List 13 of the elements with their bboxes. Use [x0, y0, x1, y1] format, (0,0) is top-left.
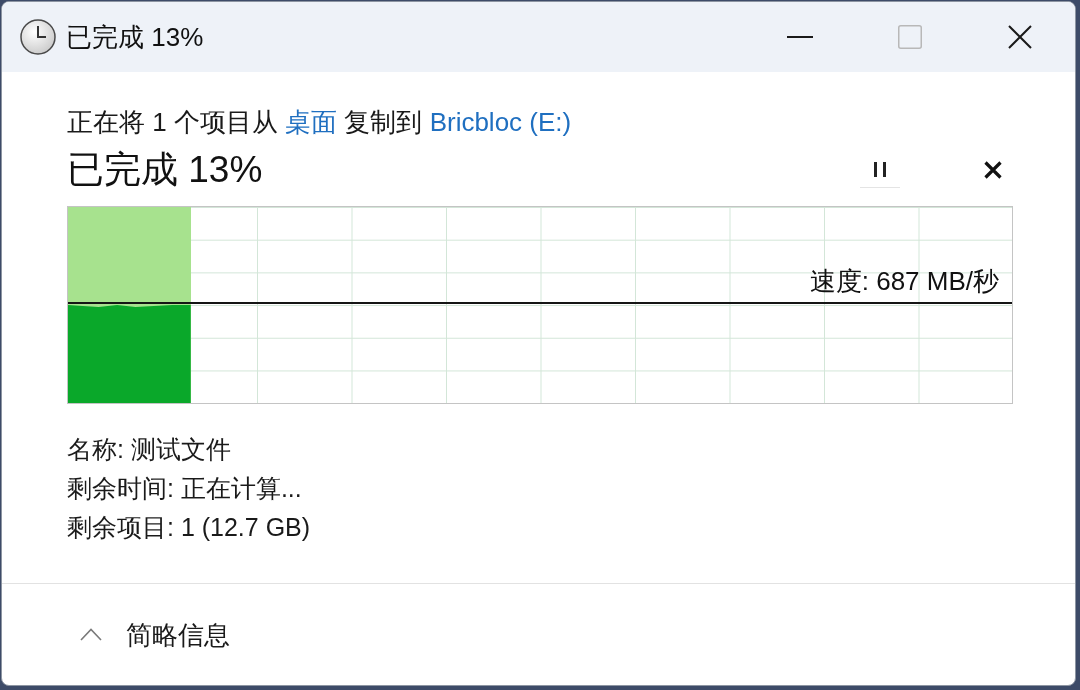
speed-label: 速度: 687 MB/秒 — [809, 265, 999, 298]
clock-icon — [20, 19, 56, 55]
detail-text: 剩余项目: 1 (12.7 GB) — [67, 512, 311, 543]
close-icon — [984, 161, 1002, 179]
location-link[interactable]: Bricbloc (E:) — [429, 107, 572, 137]
detail-text: 名称: 测试文件 — [67, 434, 231, 465]
pause-icon — [874, 162, 886, 177]
detail-text: 剩余时间: 正在计算... — [67, 473, 302, 504]
details-toggle[interactable]: 简略信息 — [76, 613, 234, 656]
copy-status-text: 正在将 1 个项目从 桌面 复制到 Bricbloc (E:) — [67, 106, 572, 139]
window-title: 已完成 13% — [66, 21, 204, 54]
location-link[interactable]: 桌面 — [285, 107, 338, 137]
progress-title: 已完成 13% — [67, 148, 263, 192]
